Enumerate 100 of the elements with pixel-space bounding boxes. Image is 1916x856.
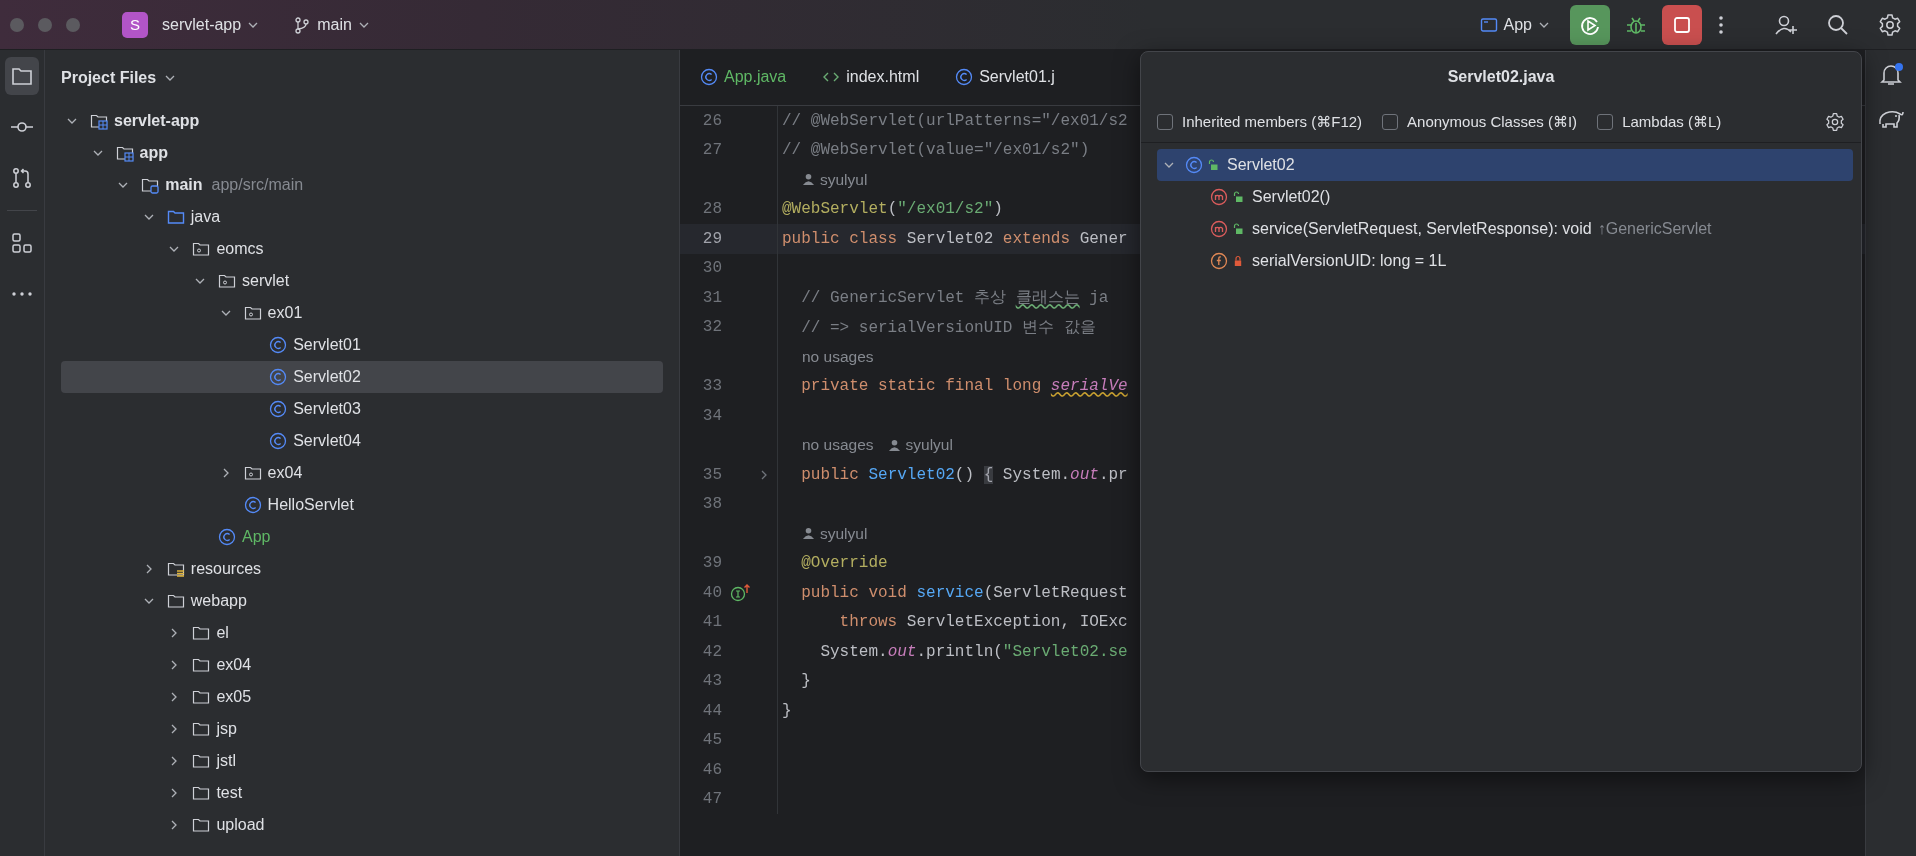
tree-item[interactable]: jstl (61, 745, 663, 777)
class-icon (955, 67, 974, 86)
field-icon (1210, 252, 1228, 270)
rerun-button[interactable] (1570, 4, 1610, 45)
structure-item[interactable]: Servlet02() (1157, 181, 1853, 213)
tree-item[interactable]: ex04 (61, 457, 663, 489)
item-label: el (216, 624, 229, 642)
tree-item[interactable]: servlet (61, 265, 663, 297)
run-configuration-menu[interactable]: App (1473, 11, 1556, 38)
branch-icon (293, 15, 312, 34)
line-number: 38 (701, 495, 722, 514)
line-number: 26 (701, 111, 722, 130)
implements-icon[interactable] (730, 582, 752, 603)
usages-hint[interactable]: no usages (802, 436, 874, 455)
structure-item[interactable]: Servlet02 (1157, 149, 1853, 181)
option-checkbox[interactable]: Anonymous Classes (⌘I) (1382, 113, 1578, 131)
panel-title[interactable]: Project Files (61, 68, 157, 87)
tree-item[interactable]: upload (61, 809, 663, 841)
member-label: Servlet02() (1252, 188, 1331, 206)
line-number: 34 (701, 406, 722, 425)
tree-item[interactable]: el (61, 617, 663, 649)
tree-item[interactable]: java (61, 201, 663, 233)
code-line: public class Servlet02 extends Gener (781, 229, 1128, 248)
notifications-icon[interactable] (1878, 62, 1904, 88)
class-icon (269, 432, 288, 450)
class-icon (1185, 156, 1203, 174)
class-icon (269, 368, 288, 386)
item-label: ex04 (216, 656, 252, 674)
author-hint[interactable]: syulyul (802, 170, 868, 189)
tree-item[interactable]: ex04 (61, 649, 663, 681)
line-number: 41 (701, 613, 722, 632)
structure-item[interactable]: serialVersionUID: long = 1L (1157, 245, 1853, 277)
package-icon (218, 272, 236, 290)
option-checkbox[interactable]: Inherited members (⌘F12) (1157, 113, 1363, 131)
class-icon (218, 528, 236, 546)
tree-item[interactable]: App (61, 521, 663, 553)
tree-item[interactable]: eomcs (61, 233, 663, 265)
tree-item[interactable]: test (61, 777, 663, 809)
line-number: 46 (701, 760, 722, 779)
code-line: // GenericServlet 추상 클래스는 ja (800, 288, 1109, 309)
code-line: // @WebServlet(urlPatterns="/ex01/s2 (781, 111, 1128, 130)
tree-item[interactable]: resources (61, 553, 663, 585)
item-label: ex01 (267, 304, 303, 322)
option-checkbox[interactable]: Lambdas (⌘L) (1597, 113, 1722, 131)
item-label: eomcs (216, 240, 264, 258)
item-label: Servlet02 (293, 368, 361, 386)
method-icon (1210, 188, 1228, 206)
usages-hint[interactable]: no usages (802, 347, 874, 366)
folder-icon (192, 688, 211, 706)
item-label: ex05 (216, 688, 252, 706)
structure-item[interactable]: service(ServletRequest, ServletResponse): void ↑GenericServlet (1157, 213, 1853, 245)
tree-item[interactable]: ex01 (61, 297, 663, 329)
tree-item[interactable]: servlet-app (61, 105, 663, 137)
inherited-hint: ↑GenericServlet (1597, 220, 1712, 238)
item-label: Servlet03 (293, 400, 361, 418)
line-number: 39 (701, 554, 722, 573)
folder-icon[interactable] (5, 57, 39, 95)
tree-item[interactable]: main app/src/main (61, 169, 663, 201)
tree-item[interactable]: ex05 (61, 681, 663, 713)
folder-icon (192, 816, 211, 834)
project-menu[interactable]: servlet-app (156, 11, 266, 38)
line-number: 42 (701, 642, 722, 661)
tree-item[interactable]: Servlet01 (61, 329, 663, 361)
line-number: 43 (701, 672, 722, 691)
item-label: ex04 (267, 464, 303, 482)
item-label: HelloServlet (267, 496, 354, 514)
stop-button[interactable] (1662, 4, 1702, 45)
author-hint[interactable]: syulyul (802, 524, 868, 543)
editor-tab[interactable]: App.java (692, 50, 805, 105)
tree-item[interactable]: app (61, 137, 663, 169)
line-number: 45 (701, 731, 722, 750)
editor-tab[interactable]: index.html (814, 50, 938, 105)
tree-item[interactable]: jsp (61, 713, 663, 745)
item-label: app (139, 144, 169, 162)
line-number: 40 (701, 583, 722, 602)
class-icon (243, 496, 262, 514)
item-label: App (242, 528, 271, 546)
item-label: java (190, 208, 221, 226)
item-label: jstl (216, 752, 236, 770)
code-line: @WebServlet("/ex01/s2") (781, 200, 1003, 219)
folder-icon (166, 592, 185, 610)
tree-item[interactable]: HelloServlet (61, 489, 663, 521)
branch-menu[interactable]: main (287, 11, 376, 38)
item-label: webapp (190, 592, 247, 610)
project-badge: S (122, 11, 148, 38)
line-number: 33 (701, 377, 722, 396)
editor-tab[interactable]: Servlet01.j (947, 50, 1073, 105)
tree-item[interactable]: webapp (61, 585, 663, 617)
member-label: Servlet02 (1227, 156, 1295, 174)
path-hint: app/src/main (211, 176, 304, 194)
tree-item[interactable]: Servlet02 (61, 361, 663, 393)
class-icon (269, 336, 288, 354)
code-line: private static final long serialVe (800, 377, 1128, 396)
author-hint[interactable]: syulyul (887, 436, 953, 455)
code-line: System.out.println("Servlet02.se (819, 642, 1128, 661)
line-number: 31 (701, 288, 722, 307)
tree-item[interactable]: Servlet03 (61, 393, 663, 425)
member-label: service(ServletRequest, ServletResponse): void (1252, 220, 1592, 238)
tree-item[interactable]: Servlet04 (61, 425, 663, 457)
class-icon (269, 400, 288, 418)
